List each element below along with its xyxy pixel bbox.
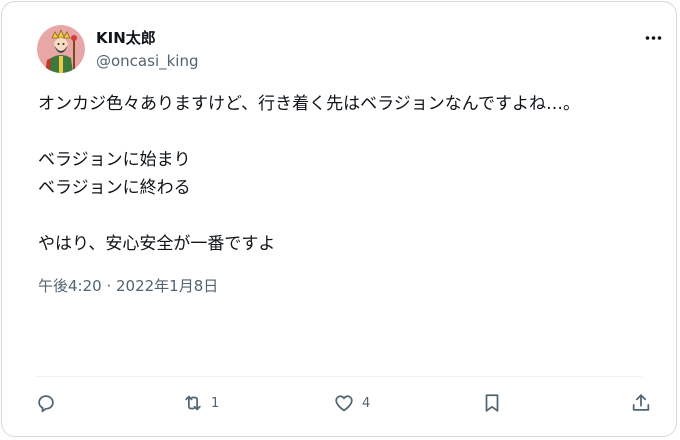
tweet-text-line: [38, 202, 658, 230]
retweet-button[interactable]: 1: [182, 391, 219, 415]
tweet-text-line: ベラジョンに終わる: [38, 178, 191, 198]
avatar-illustration-icon: [37, 25, 85, 73]
tweet-card: KIN太郎 @oncasi_king オンカジ色々ありますけど、行き着く先はベラ…: [1, 1, 677, 437]
bookmark-button[interactable]: [481, 391, 503, 415]
retweet-icon: [185, 395, 201, 411]
retweet-count: 1: [211, 395, 220, 411]
user-handle[interactable]: @oncasi_king: [96, 51, 199, 71]
more-dots-icon: [645, 36, 662, 40]
tweet-timestamp[interactable]: 午後4:20 · 2022年1月8日: [38, 276, 218, 296]
share-icon: [632, 394, 650, 411]
tweet-text-line: オンカジ色々ありますけど、行き着く先はベラジョンなんですよね…。: [38, 94, 580, 114]
display-name[interactable]: KIN太郎: [96, 28, 156, 48]
like-button[interactable]: 4: [333, 391, 370, 415]
divider: [36, 376, 642, 377]
tweet-text-line: ベラジョンに始まり: [38, 150, 191, 170]
bookmark-icon: [485, 394, 499, 412]
more-options-button[interactable]: [640, 26, 668, 50]
tweet-text-line: [38, 118, 658, 146]
reply-icon: [38, 395, 54, 413]
share-button[interactable]: [630, 391, 652, 415]
like-count: 4: [362, 395, 371, 411]
avatar[interactable]: [37, 25, 85, 73]
reply-button[interactable]: [35, 391, 57, 415]
heart-icon: [335, 395, 353, 412]
tweet-text: オンカジ色々ありますけど、行き着く先はベラジョンなんですよね…。 ベラジョンに始…: [38, 90, 658, 258]
tweet-text-line: やはり、安心安全が一番ですよ: [38, 234, 276, 254]
